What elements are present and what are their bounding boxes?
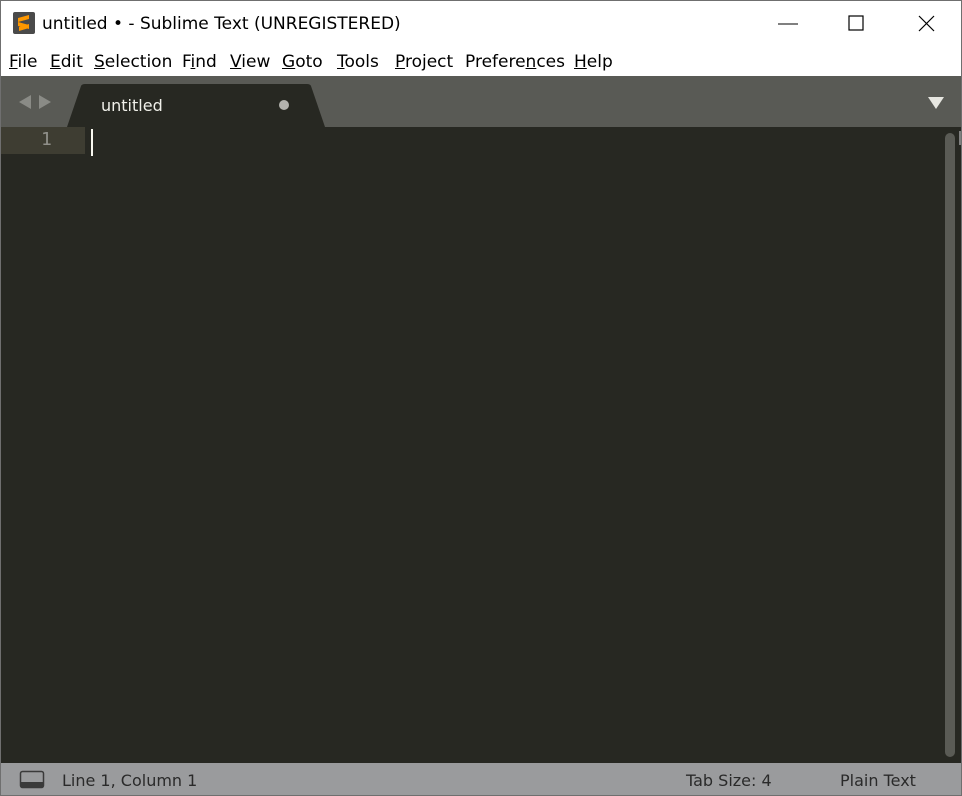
status-bar: Line 1, Column 1 Tab Size: 4 Plain Text	[1, 763, 961, 795]
panel-switcher-icon	[19, 770, 45, 789]
title-bar[interactable]: untitled • - Sublime Text (UNREGISTERED)	[1, 1, 961, 46]
tab-bar: untitled	[1, 76, 961, 127]
menu-edit[interactable]: Edit	[50, 52, 83, 72]
tab-list-button[interactable]	[927, 95, 945, 114]
tab-label: untitled	[101, 96, 163, 115]
window-title: untitled • - Sublime Text (UNREGISTERED)	[42, 14, 401, 34]
vertical-scrollbar[interactable]	[945, 133, 955, 757]
triangle-down-icon	[928, 97, 944, 109]
unsaved-dot-icon[interactable]	[279, 100, 289, 110]
tab-untitled[interactable]: untitled	[67, 84, 327, 127]
menu-find[interactable]: Find	[182, 52, 217, 72]
arrow-left-icon[interactable]	[19, 95, 31, 109]
cursor-position-status: Line 1, Column 1	[62, 771, 198, 790]
line-number: 1	[41, 129, 52, 150]
panel-switcher-button[interactable]	[19, 770, 45, 794]
syntax-selector[interactable]: Plain Text	[840, 771, 916, 790]
text-cursor	[91, 129, 93, 156]
menu-project[interactable]: Project	[395, 52, 453, 72]
editor-area[interactable]: 1	[1, 127, 961, 763]
arrow-right-icon[interactable]	[39, 95, 51, 109]
close-button[interactable]	[891, 1, 961, 46]
menu-file[interactable]: File	[9, 52, 37, 72]
scrollbar-thumb[interactable]	[945, 133, 955, 757]
maximize-icon	[848, 15, 864, 31]
menu-tools[interactable]: Tools	[337, 52, 379, 72]
menu-view[interactable]: View	[230, 52, 270, 72]
tab-navigation	[17, 93, 53, 115]
menu-selection[interactable]: Selection	[94, 52, 172, 72]
minimize-icon	[778, 23, 798, 25]
menu-help[interactable]: Help	[574, 52, 613, 72]
menu-bar: File Edit Selection Find View Goto Tools…	[1, 46, 961, 76]
maximize-button[interactable]	[821, 1, 891, 46]
minimize-button[interactable]	[753, 1, 823, 46]
sublime-text-logo-icon	[13, 12, 35, 34]
tab-size-selector[interactable]: Tab Size: 4	[686, 771, 772, 790]
close-icon	[918, 15, 935, 32]
menu-goto[interactable]: Goto	[282, 52, 323, 72]
minimap-edge	[959, 131, 961, 145]
menu-preferences[interactable]: Preferences	[465, 52, 565, 72]
app-window: untitled • - Sublime Text (UNREGISTERED)…	[0, 0, 962, 796]
